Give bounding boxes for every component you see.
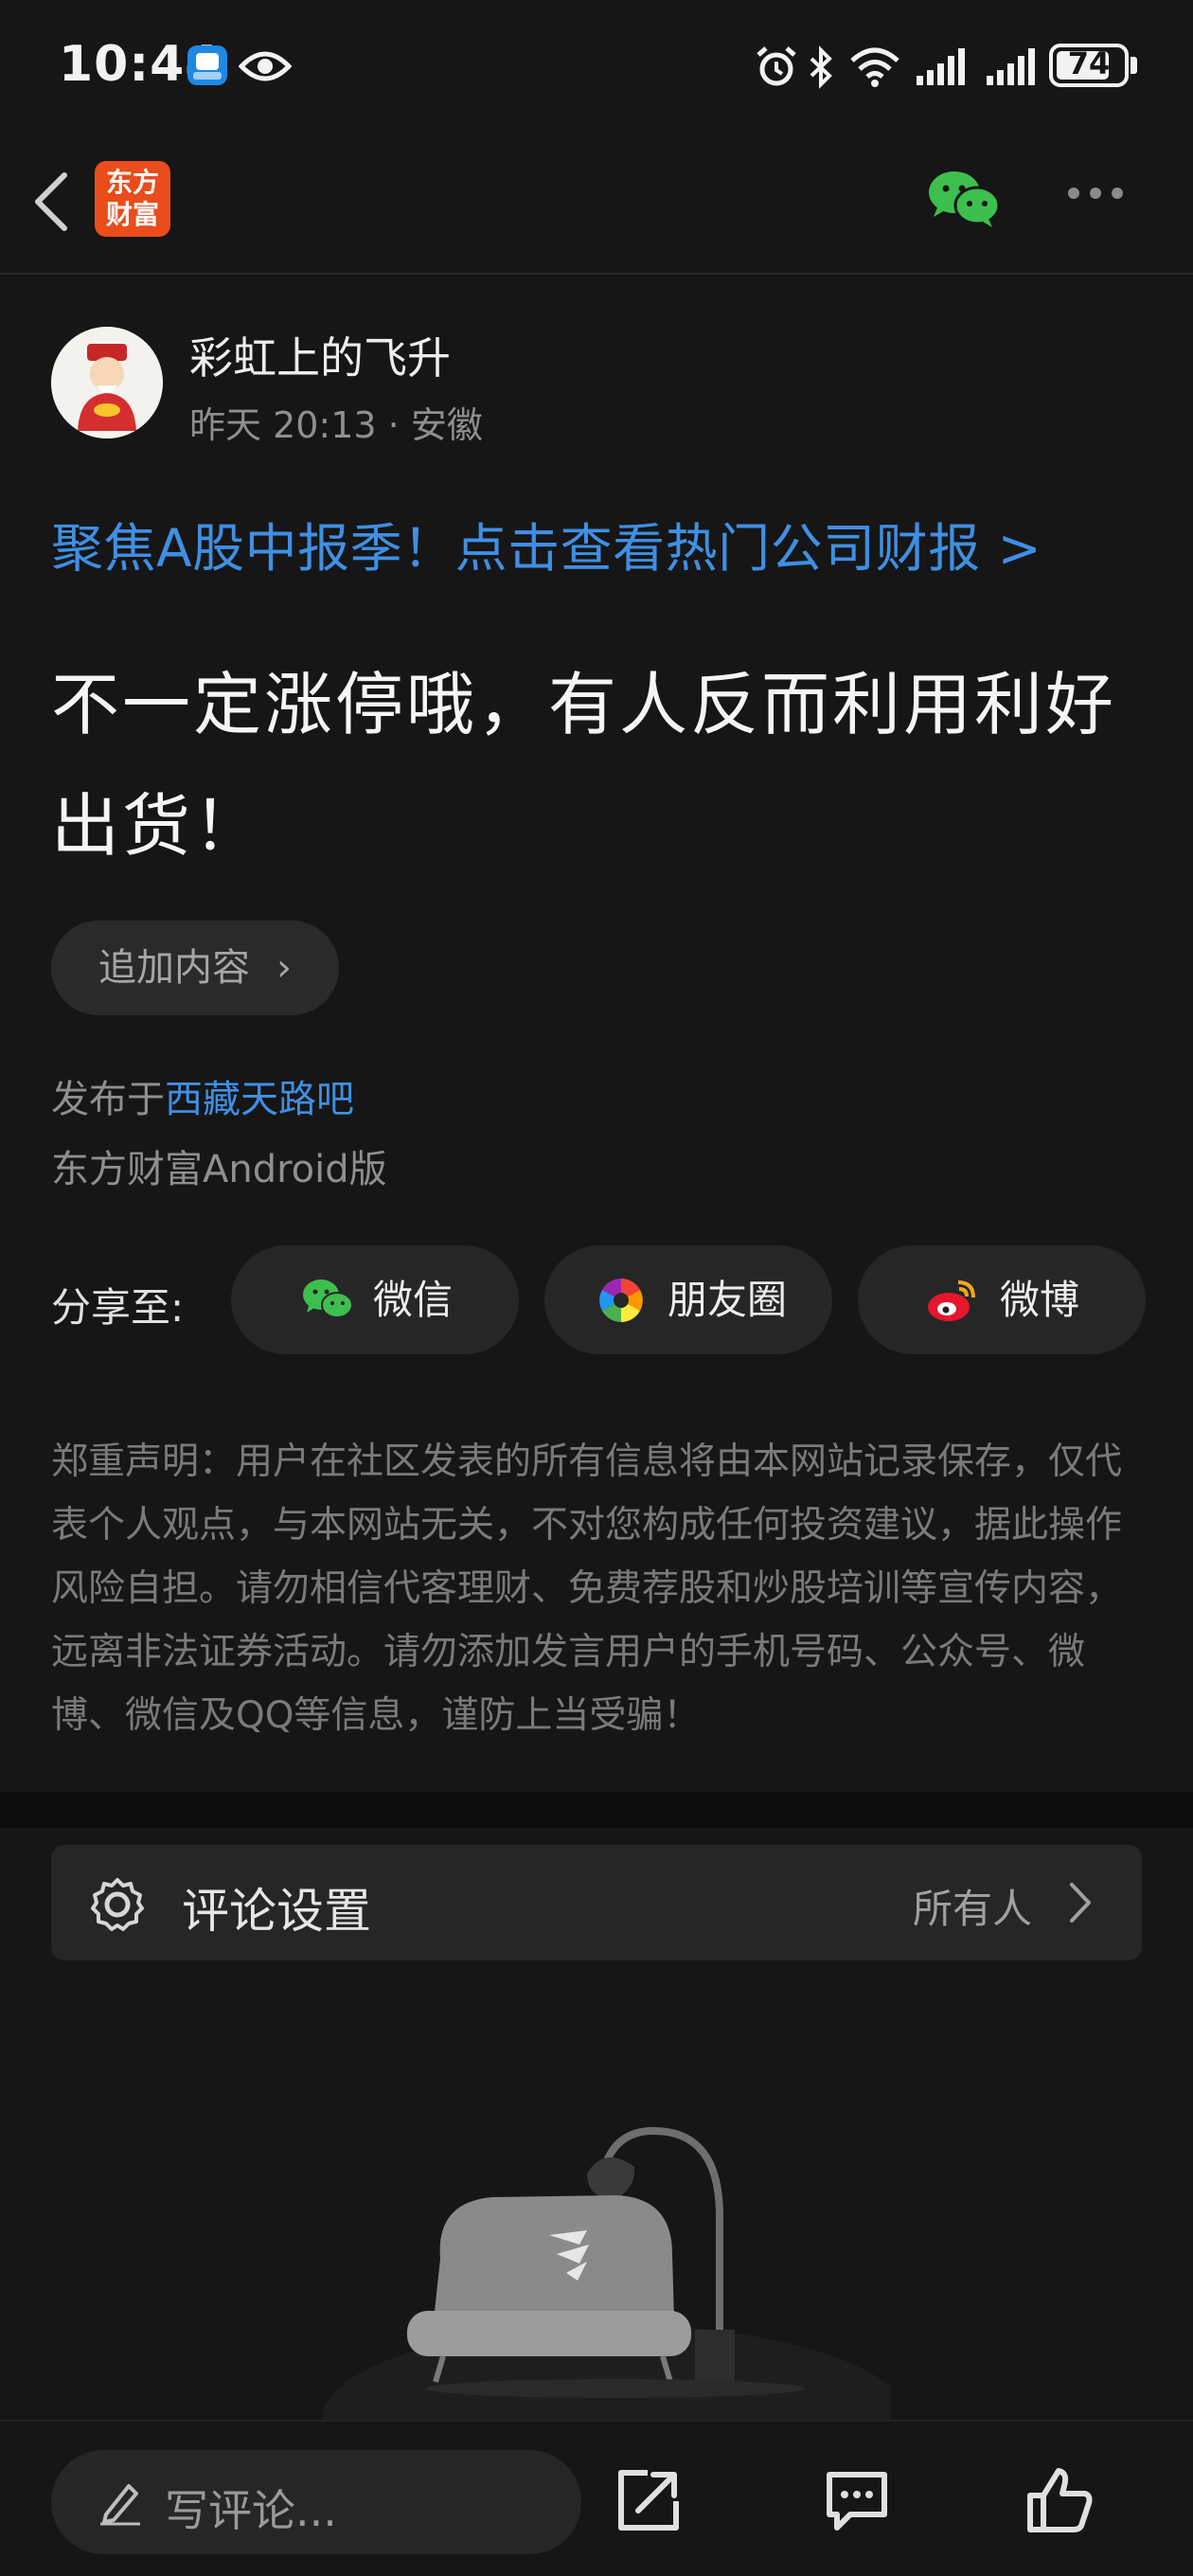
status-bar: 10:44 74 <box>0 0 1193 137</box>
section-divider <box>0 1792 1193 1828</box>
bottom-bar: 写评论... <box>0 2420 1193 2576</box>
more-icon <box>1068 185 1136 203</box>
logo-line2: 财富 <box>105 199 159 230</box>
share-wechat-label: 微信 <box>373 1277 454 1323</box>
back-button[interactable] <box>19 164 95 240</box>
sofa-lamp-illustration <box>322 2126 909 2514</box>
wechat-icon <box>303 1279 353 1318</box>
share-weibo-label: 微博 <box>1000 1277 1080 1323</box>
post-title: 不一定涨停哦，有人反而利用利好出货！ <box>51 665 1117 866</box>
nav-bar: 东方 财富 <box>0 137 1193 275</box>
share-moments-button[interactable]: 朋友圈 <box>544 1245 832 1354</box>
comment-input[interactable]: 写评论... <box>51 2450 581 2554</box>
signal-icon <box>915 45 968 93</box>
share-wechat-button[interactable]: 微信 <box>231 1245 519 1354</box>
chevron-right-icon <box>1070 1883 1091 1923</box>
more-button[interactable] <box>1068 185 1136 213</box>
battery-cap <box>1131 57 1137 74</box>
eye-icon <box>238 47 293 89</box>
share-out-icon <box>618 2470 679 2531</box>
append-content-button[interactable]: 追加内容 › <box>51 921 339 1015</box>
comment-settings-row[interactable]: 评论设置 所有人 <box>51 1845 1142 1960</box>
back-icon <box>35 172 67 231</box>
client-version: 东方财富Android版 <box>51 1148 387 1191</box>
published-prefix: 发布于 <box>51 1078 165 1121</box>
like-icon <box>1027 2468 1093 2532</box>
battery-icon: 74 <box>1049 44 1129 87</box>
wifi-icon <box>848 45 901 93</box>
share-out-button[interactable] <box>615 2467 682 2537</box>
comment-placeholder: 写评论... <box>165 2485 337 2536</box>
wechat-icon <box>929 171 1001 227</box>
comment-settings-label: 评论设置 <box>182 1884 371 1939</box>
post-meta: 昨天 20:13 · 安徽 <box>189 404 483 446</box>
wechat-share-button[interactable] <box>926 166 1002 232</box>
share-moments-label: 朋友圈 <box>668 1277 788 1323</box>
app-notification-icon <box>187 45 227 85</box>
app-logo[interactable]: 东方 财富 <box>95 161 170 237</box>
promo-link[interactable]: 聚焦A股中报季！点击查看热门公司财报 > <box>51 506 1042 581</box>
share-label: 分享至: <box>51 1284 185 1331</box>
empty-comments-illustration <box>303 2093 909 2514</box>
share-weibo-button[interactable]: 微博 <box>858 1245 1146 1354</box>
comment-settings-value: 所有人 <box>912 1886 1032 1932</box>
chevron-right-icon: › <box>276 946 292 990</box>
logo-line1: 东方 <box>105 167 159 198</box>
weibo-icon <box>928 1280 975 1321</box>
disclaimer: 郑重声明：用户在社区发表的所有信息将由本网站记录保存，仅代表个人观点，与本网站无… <box>51 1440 1123 1737</box>
signal-icon <box>985 45 1038 93</box>
append-content-label: 追加内容 <box>98 946 250 990</box>
published-in: 发布于西藏天路吧 <box>51 1068 354 1123</box>
avatar-image <box>51 327 163 438</box>
author-name[interactable]: 彩虹上的飞升 <box>189 324 451 386</box>
forum-link[interactable]: 西藏天路吧 <box>165 1078 354 1121</box>
moments-icon <box>599 1279 643 1322</box>
comment-icon <box>827 2472 887 2531</box>
avatar[interactable] <box>51 327 163 438</box>
alarm-icon <box>755 45 798 93</box>
pencil-icon <box>100 2484 140 2526</box>
comment-button[interactable] <box>822 2467 892 2537</box>
battery-level: 74 <box>1067 45 1111 81</box>
like-button[interactable] <box>1024 2467 1095 2537</box>
gear-icon <box>91 1878 144 1931</box>
bluetooth-icon <box>807 45 835 93</box>
